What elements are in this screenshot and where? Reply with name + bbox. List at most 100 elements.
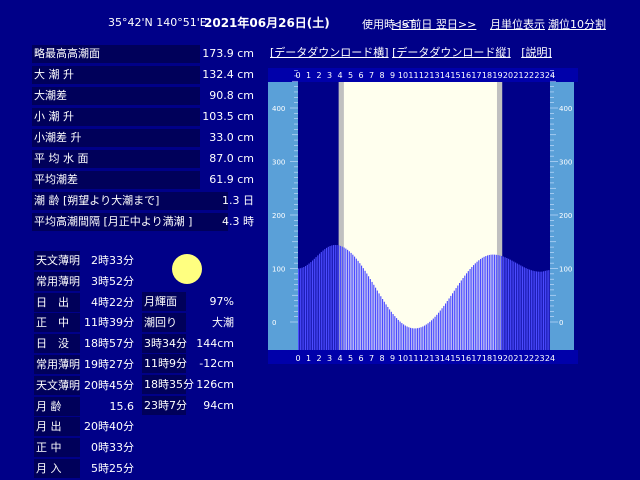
time-label: 月 入 [34, 459, 80, 478]
tide-bar [536, 271, 538, 350]
moon-info-label: 3時34分 [142, 333, 187, 353]
tide-bar [513, 261, 515, 350]
tide-bar [343, 247, 345, 350]
top-hour-label: 17 [471, 71, 481, 80]
tide-bar [408, 327, 410, 350]
moon-info-value: 144cm [196, 336, 234, 350]
tide-bar [495, 254, 497, 350]
tide-bar [305, 266, 307, 350]
tide-bar [529, 269, 531, 350]
monthly-view-link[interactable]: 月単位表示 [490, 16, 545, 32]
tide-bar [490, 254, 492, 350]
tide-bar [362, 268, 364, 350]
time-row: 月 入 5時25分 [32, 458, 136, 478]
stat-label: 潮 齢 [朔望より大潮まで] [32, 192, 228, 210]
time-value: 2時33分 [91, 254, 134, 267]
tide-bar [480, 258, 482, 350]
tide-bar [527, 268, 529, 350]
bottom-hour-label: 5 [348, 354, 353, 363]
tide-bar [432, 318, 434, 350]
tide-bar [411, 328, 413, 350]
top-hour-label: 13 [429, 71, 439, 80]
stat-label: 小潮差 升 [32, 129, 200, 147]
time-row: 天文薄明 2時33分 [32, 250, 136, 270]
top-hour-label: 5 [348, 71, 353, 80]
bottom-hour-label: 11 [408, 354, 418, 363]
tide-bar [459, 282, 461, 350]
time-value: 19時27分 [84, 358, 134, 371]
time-value: 18時57分 [84, 337, 134, 351]
tide-bar [322, 250, 324, 350]
tide-bar [369, 279, 371, 350]
time-row: 常用薄明 3時52分 [32, 271, 136, 291]
moon-info-label: 潮回り [142, 312, 186, 332]
time-row: 常用薄明 19時27分 [32, 354, 136, 374]
time-value: 3時52分 [91, 274, 134, 288]
left-scale-label: 300 [272, 159, 285, 167]
tide-interval-link[interactable]: 潮位10分割 [548, 16, 606, 32]
bottom-hour-label: 14 [440, 354, 450, 363]
top-hour-label: 11 [408, 71, 418, 80]
tide-bar [548, 270, 550, 350]
stat-label: 大潮差 [32, 87, 200, 105]
time-label: 天文薄明 [34, 375, 80, 395]
time-row: 日 出 4時22分 [32, 292, 136, 312]
tide-bar [364, 270, 366, 350]
top-hour-label: 3 [327, 71, 332, 80]
help-link[interactable]: [説明] [521, 46, 552, 59]
top-hour-label: 2 [316, 71, 321, 80]
moon-info-row: 3時34分 144cm [140, 333, 236, 353]
tide-bar [394, 316, 396, 350]
time-label: 日 没 [34, 334, 80, 354]
tide-bar [455, 288, 457, 350]
tide-bar [403, 324, 405, 350]
tide-bar [371, 281, 373, 350]
top-hour-label: 4 [337, 71, 342, 80]
bottom-hour-label: 16 [461, 354, 471, 363]
tide-bar [530, 270, 532, 350]
top-hour-label: 12 [419, 71, 429, 80]
time-value: 20時45分 [84, 378, 134, 392]
stat-value: 87.0 cm [209, 152, 254, 165]
bottom-hour-label: 15 [450, 354, 460, 363]
tide-bar [452, 293, 454, 350]
tide-bar [501, 255, 503, 350]
time-label: 正 中 [34, 313, 80, 333]
bottom-hour-label: 10 [398, 354, 408, 363]
right-scale-label: 0 [559, 319, 563, 327]
left-scale-label: 400 [272, 105, 285, 113]
tide-bar [518, 264, 520, 350]
tide-bar [504, 257, 506, 350]
tide-bar [492, 254, 494, 350]
time-label: 月 齢 [34, 396, 80, 416]
tide-bar [376, 290, 378, 350]
top-hour-label: 14 [440, 71, 450, 80]
tide-bar [329, 246, 331, 350]
tide-bar [502, 256, 504, 350]
time-label: 天文薄明 [34, 251, 80, 270]
tide-bar [473, 265, 475, 350]
bottom-hour-label: 23 [534, 354, 544, 363]
stat-value: 103.5 cm [202, 110, 254, 123]
tide-bar [476, 261, 478, 350]
tide-bar [418, 327, 420, 350]
right-scale-label: 300 [559, 159, 572, 167]
download-horizontal-link[interactable]: [データダウンロード横] [270, 46, 389, 59]
tide-bar [338, 245, 340, 350]
tide-bar [515, 262, 517, 350]
top-hour-label: 9 [390, 71, 395, 80]
top-hour-label: 18 [482, 71, 492, 80]
stat-label: 平 均 水 面 [32, 150, 200, 168]
top-hour-label: 20 [503, 71, 513, 80]
stat-row: 潮 齢 [朔望より大潮まで] 1.3 日 [32, 191, 256, 211]
tide-bar [446, 300, 448, 350]
tide-bar [516, 263, 518, 350]
tide-bar [324, 249, 326, 350]
time-value: 5時25分 [91, 462, 134, 475]
download-vertical-link[interactable]: [データダウンロード縦] [392, 46, 511, 59]
tide-bar [396, 318, 398, 350]
tide-bar [299, 268, 301, 350]
bottom-hour-label: 2 [316, 354, 321, 363]
prev-next-day-link[interactable]: <<前日 翌日>> [392, 16, 476, 32]
tide-bar [541, 271, 543, 350]
